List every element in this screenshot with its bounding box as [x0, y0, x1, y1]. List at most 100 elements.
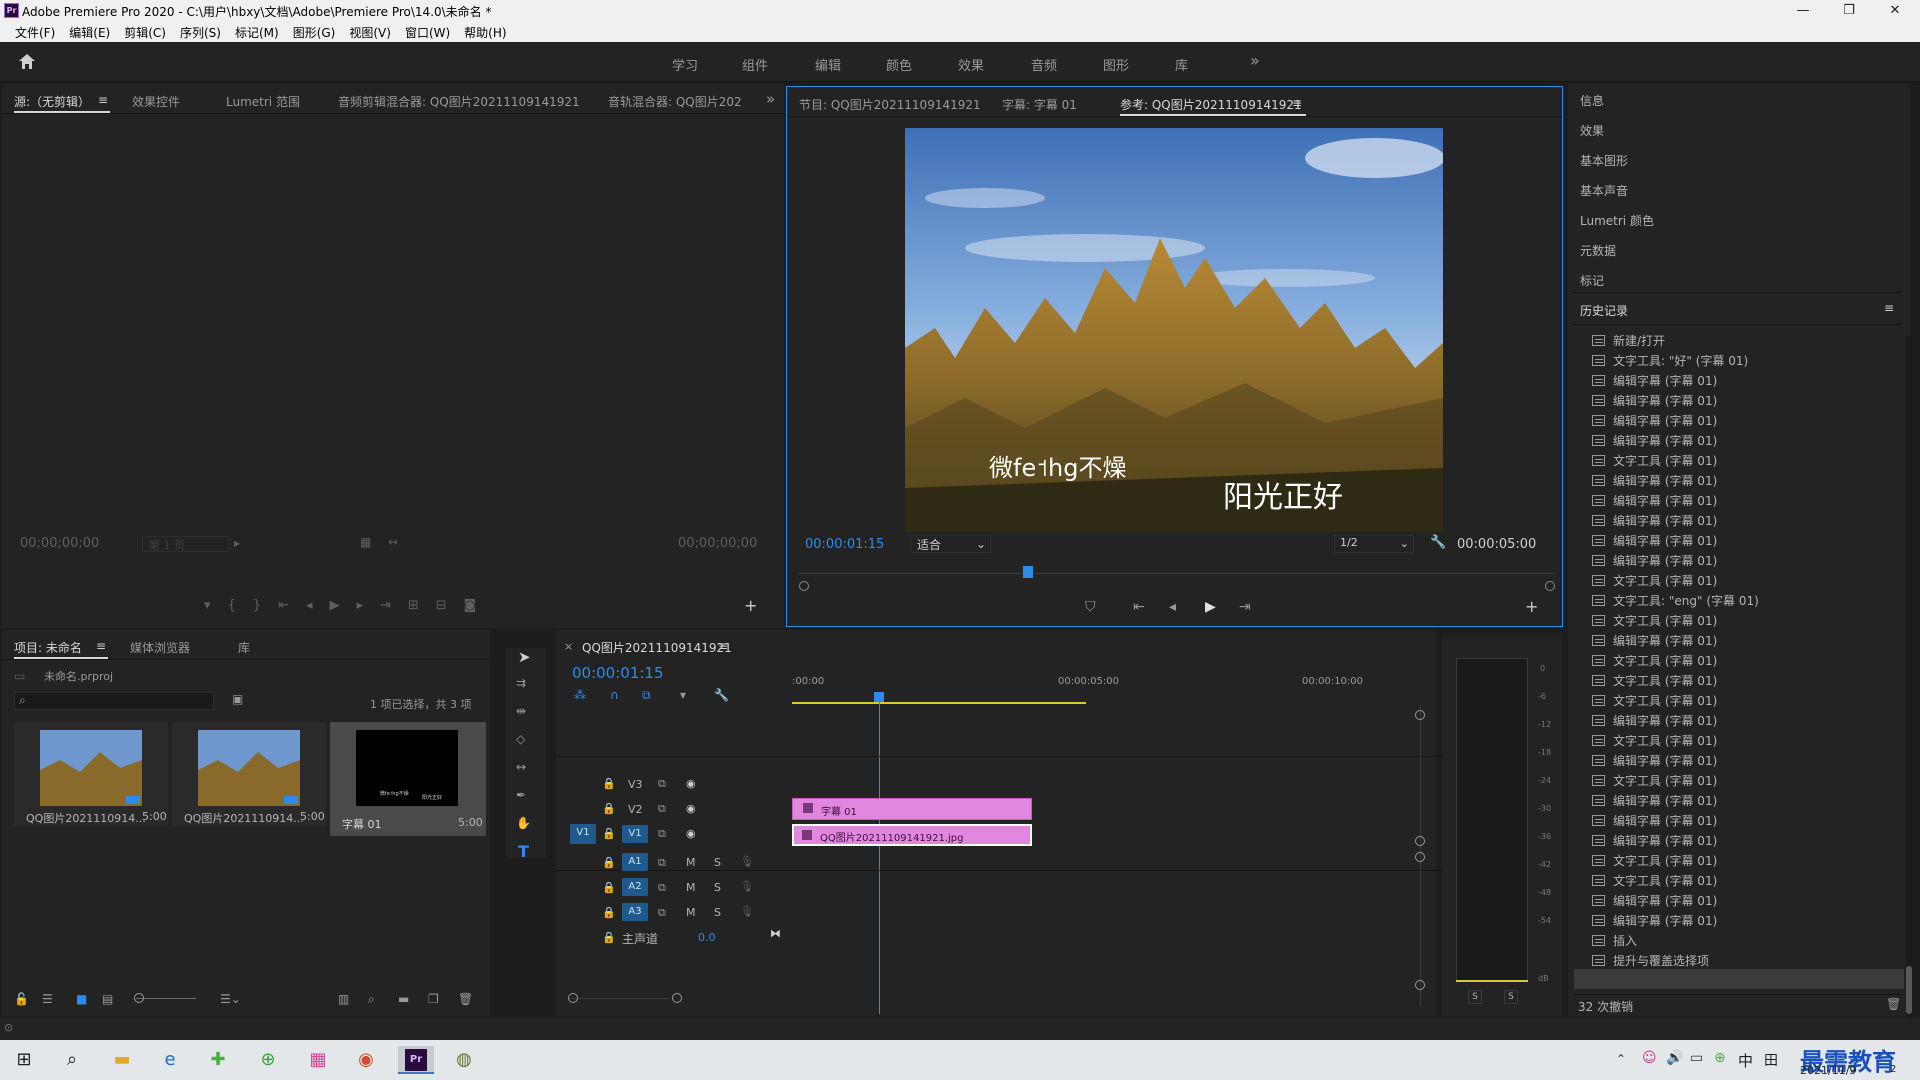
subtitle-text-2[interactable]: 阳光正好 [1223, 472, 1343, 516]
source-transport-controls[interactable]: ▾{}⇤◂▶▸⇥⊞⊟◙ [204, 598, 493, 613]
history-item[interactable]: 编辑字幕 (字幕 01) [1592, 832, 1892, 852]
pen-tool-icon[interactable]: ✒ [516, 788, 526, 802]
source-add-button-icon[interactable]: + [744, 596, 757, 615]
project-item[interactable]: QQ图片2021110914... 5:00 [14, 722, 168, 826]
trash-icon[interactable]: 🗑 [1886, 997, 1901, 1011]
tab-libraries[interactable]: 库 [238, 639, 250, 656]
workspace-libraries[interactable]: 库 [1175, 55, 1188, 74]
home-icon[interactable] [18, 53, 36, 70]
new-bin-icon[interactable]: ▬ [398, 992, 409, 1006]
list-view-icon[interactable]: ☰ [42, 992, 53, 1006]
panel-overflow-icon[interactable]: » [766, 90, 775, 108]
menu-edit[interactable]: 编辑(E) [62, 22, 117, 42]
zoom-fit-dropdown[interactable]: 适合 ⌄ [911, 535, 991, 553]
nest-icon[interactable]: ⁂ [574, 688, 586, 702]
ime-indicator[interactable]: 中 [1738, 1050, 1753, 1071]
history-item[interactable]: 文字工具: "好" (字幕 01) [1592, 352, 1892, 372]
master-lock-icon[interactable]: 🔒 [602, 931, 616, 944]
history-item[interactable]: 编辑字幕 (字幕 01) [1592, 512, 1892, 532]
sequence-tab[interactable]: QQ图片20211109141921 [582, 639, 732, 656]
ime-layout-icon[interactable]: 田 [1764, 1050, 1778, 1070]
slip-tool-icon[interactable]: ↔ [516, 760, 526, 774]
workspace-editing[interactable]: 编辑 [815, 55, 841, 74]
history-item[interactable]: 编辑字幕 (字幕 01) [1592, 752, 1892, 772]
add-marker-icon[interactable]: ▾ [680, 688, 686, 702]
history-item[interactable]: 文字工具 (字幕 01) [1592, 572, 1892, 592]
microphone-icon[interactable]: 🎙 [740, 880, 754, 893]
track-lock-icon[interactable]: 🔒 [602, 777, 616, 790]
workspace-graphics[interactable]: 图形 [1103, 55, 1129, 74]
panel-essential-sound[interactable]: 基本声音 [1580, 182, 1628, 199]
history-item[interactable]: 编辑字幕 (字幕 01) [1592, 492, 1892, 512]
timeline-settings-icon[interactable]: 🔧 [714, 688, 729, 702]
zoom-handle-left[interactable] [568, 993, 578, 1003]
scroll-handle-bottom[interactable] [1415, 980, 1425, 990]
menu-file[interactable]: 文件(F) [8, 22, 62, 42]
project-item-selected[interactable]: 微fe˦hg不燥 阳光正好 字幕 01 5:00 [330, 722, 486, 836]
zoom-slider[interactable] [136, 998, 196, 999]
page-next-icon[interactable]: ▸ [234, 536, 240, 550]
tray-app-icon[interactable]: ☺ [1642, 1050, 1657, 1066]
snap-icon[interactable]: ∩ [610, 688, 619, 702]
freeform-view-icon[interactable]: ▤ [102, 992, 113, 1006]
tab-source[interactable]: 源:（无剪辑） [14, 93, 90, 110]
workspace-color[interactable]: 颜色 [886, 55, 912, 74]
menu-clip[interactable]: 剪辑(C) [117, 22, 173, 42]
menu-marker[interactable]: 标记(M) [228, 22, 286, 42]
sync-lock-icon[interactable]: ⧉ [658, 827, 666, 841]
file-explorer-icon[interactable]: ▬ [104, 1046, 140, 1074]
tab-audio-clip-mixer[interactable]: 音频剪辑混合器: QQ图片20211109141921 [338, 93, 580, 110]
track-v1-label[interactable]: V1 [622, 825, 648, 843]
page-dropdown[interactable]: 第 1 页 [142, 536, 230, 552]
history-scrollbar[interactable] [1906, 336, 1912, 1026]
project-search-input[interactable]: ⌕ [14, 692, 214, 710]
automate-icon[interactable]: ▥ [338, 992, 349, 1006]
tab-media-browser[interactable]: 媒体浏览器 [130, 639, 190, 656]
solo-button[interactable]: S [714, 881, 721, 894]
panel-lumetri-color[interactable]: Lumetri 颜色 [1580, 212, 1654, 229]
history-item[interactable]: 文字工具 (字幕 01) [1592, 612, 1892, 632]
new-bin-from-search-icon[interactable]: ▣ [232, 692, 243, 706]
track-lock-icon[interactable]: 🔒 [602, 881, 616, 894]
windows-start-icon[interactable]: ⊞ [6, 1046, 42, 1074]
volume-icon[interactable]: 🔊 [1666, 1050, 1683, 1066]
track-a2-label[interactable]: A2 [622, 878, 648, 896]
program-add-button-icon[interactable]: + [1525, 597, 1538, 616]
history-item[interactable]: 文字工具 (字幕 01) [1592, 732, 1892, 752]
program-timecode[interactable]: 00:00:01:15 [805, 537, 884, 552]
history-item[interactable]: 文字工具: "eng" (字幕 01) [1592, 592, 1892, 612]
source-drag-icon[interactable]: ↔ [388, 535, 398, 549]
play-icon[interactable]: ▶ [1205, 599, 1216, 615]
selection-tool-icon[interactable]: ➤ [518, 648, 531, 666]
history-item[interactable]: 文字工具 (字幕 01) [1592, 452, 1892, 472]
maximize-button[interactable]: ❐ [1826, 0, 1872, 22]
history-panel-title[interactable]: 历史记录 [1580, 302, 1628, 319]
menu-view[interactable]: 视图(V) [342, 22, 398, 42]
track-a1-label[interactable]: A1 [622, 853, 648, 871]
ripple-edit-tool-icon[interactable]: ⇹ [516, 704, 526, 718]
history-item[interactable]: 编辑字幕 (字幕 01) [1592, 532, 1892, 552]
eye-icon[interactable]: ◉ [686, 827, 696, 840]
menu-help[interactable]: 帮助(H) [457, 22, 513, 42]
history-item[interactable]: 文字工具 (字幕 01) [1592, 772, 1892, 792]
scroll-handle-left[interactable] [799, 581, 809, 591]
tab-titler[interactable]: 字幕: 字幕 01 [1002, 96, 1077, 113]
close-button[interactable]: ✕ [1872, 0, 1918, 22]
solo-button[interactable]: S [714, 906, 721, 919]
type-tool-icon[interactable]: T [518, 842, 529, 861]
close-sequence-icon[interactable]: × [564, 640, 573, 653]
history-item[interactable]: 编辑字幕 (字幕 01) [1592, 412, 1892, 432]
source-tab-menu-icon[interactable]: ≡ [98, 93, 108, 107]
workspace-more-icon[interactable]: » [1250, 51, 1260, 70]
track-lock-icon[interactable]: 🔒 [602, 802, 616, 815]
source-settings-icon[interactable]: ▦ [360, 535, 371, 549]
hand-tool-icon[interactable]: ✋ [516, 816, 531, 830]
history-item[interactable]: 编辑字幕 (字幕 01) [1592, 812, 1892, 832]
microphone-icon[interactable]: 🎙 [740, 905, 754, 918]
scroll-handle-top[interactable] [1415, 710, 1425, 720]
other-app-icon[interactable]: ◍ [446, 1046, 482, 1074]
microphone-icon[interactable]: 🎙 [740, 855, 754, 868]
sync-lock-icon[interactable]: ⧉ [658, 856, 666, 870]
menu-graphics[interactable]: 图形(G) [286, 22, 343, 42]
sync-lock-icon[interactable]: ⧉ [658, 802, 666, 816]
